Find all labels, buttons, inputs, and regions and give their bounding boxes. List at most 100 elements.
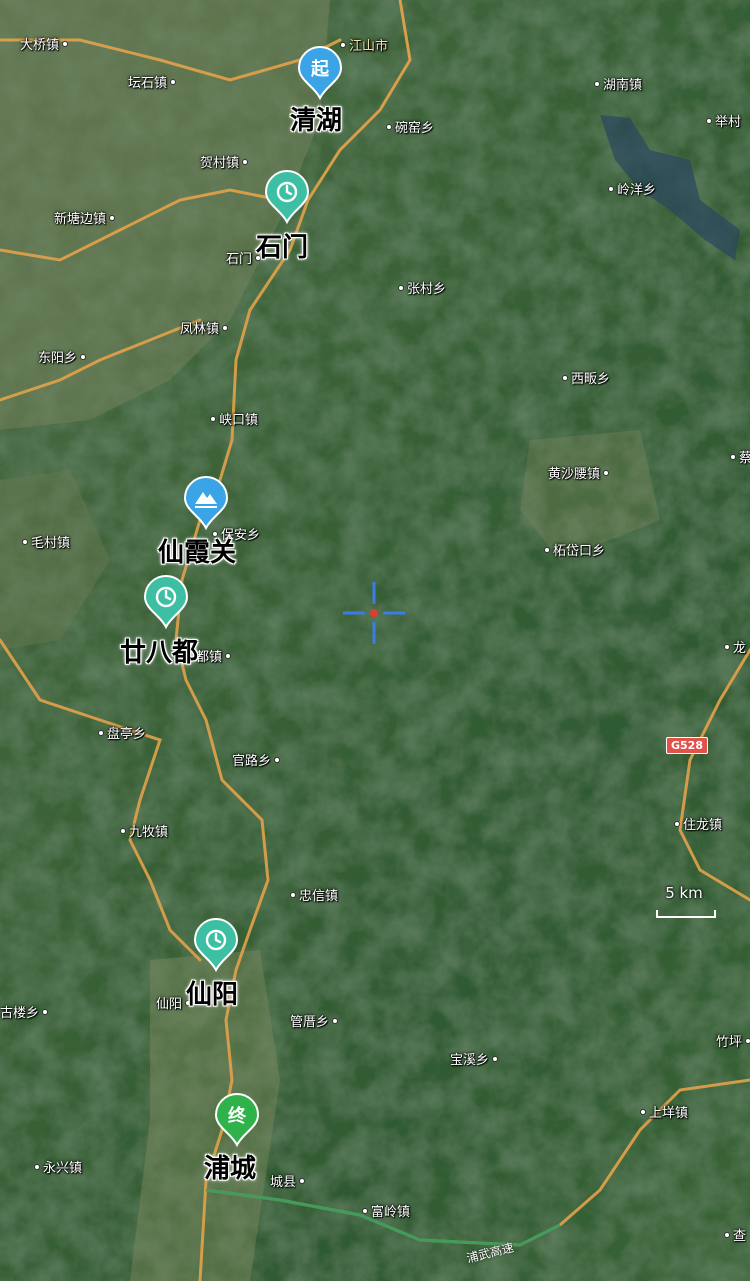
place-dot-icon	[222, 324, 229, 331]
place-name: 大桥镇	[20, 38, 60, 53]
place-name: 新塘边镇	[54, 212, 107, 227]
place-label-zhongxin[interactable]: 忠信镇	[290, 885, 338, 904]
place-name: 东阳乡	[38, 351, 78, 366]
place-dot-icon	[242, 158, 249, 165]
place-label-fuling[interactable]: 富岭镇	[362, 1201, 410, 1220]
svg-text:起: 起	[310, 58, 330, 80]
place-name: 都镇	[196, 650, 223, 665]
place-name: 管厝乡	[290, 1015, 330, 1030]
place-name: 富岭镇	[371, 1205, 411, 1220]
scale-bar: 5 km	[652, 884, 716, 930]
place-label-xiban[interactable]: 西畈乡	[562, 368, 610, 387]
place-dot-icon	[80, 353, 87, 360]
place-label-daqiao[interactable]: 大桥镇	[20, 34, 69, 53]
route-stop-label-shimen[interactable]: 石门	[256, 227, 308, 264]
place-label-guancuo[interactable]: 管厝乡	[290, 1011, 339, 1030]
place-name: 官路乡	[232, 754, 272, 769]
place-dot-icon	[386, 123, 392, 130]
place-dot-icon	[730, 453, 736, 460]
place-dot-icon	[42, 1008, 49, 1015]
place-label-xiakou[interactable]: 峡口镇	[210, 409, 258, 428]
place-label-hunan[interactable]: 湖南镇	[594, 74, 642, 93]
place-label-shangyang[interactable]: 上垟镇	[640, 1102, 688, 1121]
place-dot-icon	[210, 415, 216, 422]
start-pin-icon[interactable]: 起	[297, 46, 343, 100]
route-stop-label-xianyang[interactable]: 仙阳	[186, 974, 238, 1011]
place-dot-icon	[22, 538, 28, 545]
place-name: 忠信镇	[299, 889, 339, 904]
route-stop-label-xianxiaguan[interactable]: 仙霞关	[158, 532, 236, 569]
place-name: 盘亭乡	[107, 727, 147, 742]
place-label-lingyang[interactable]: 岭洋乡	[608, 179, 656, 198]
place-label-shanxing[interactable]: 举村	[706, 111, 741, 130]
place-label-huangsha[interactable]: 黄沙腰镇	[548, 463, 610, 482]
scale-bar-line	[656, 910, 716, 918]
place-name: 永兴镇	[43, 1161, 83, 1176]
place-dot-icon	[562, 374, 568, 381]
place-name: 碗窑乡	[395, 121, 435, 136]
place-name: 黄沙腰镇	[548, 467, 601, 482]
place-label-zhulong[interactable]: 住龙镇	[674, 814, 722, 833]
place-name: 峡口镇	[219, 413, 259, 428]
route-stop-label-start[interactable]: 清湖	[290, 100, 342, 137]
place-dot-icon	[724, 1231, 730, 1238]
svg-text:终: 终	[228, 1105, 247, 1127]
place-label-nianbadu_small[interactable]: 都镇	[196, 646, 232, 665]
place-label-gulou[interactable]: 古楼乡	[0, 1002, 49, 1021]
place-name: 宝溪乡	[450, 1053, 490, 1068]
place-dot-icon	[120, 827, 126, 834]
place-dot-icon	[724, 643, 730, 650]
clock-pin-icon[interactable]	[264, 170, 310, 224]
place-name: 张村乡	[407, 282, 447, 297]
place-label-zhedaikou[interactable]: 柘岱口乡	[544, 540, 605, 559]
place-dot-icon	[492, 1055, 499, 1062]
place-name: 江山市	[349, 39, 389, 54]
place-label-chaxi[interactable]: 查	[724, 1225, 746, 1244]
place-label-fenglin[interactable]: 凤林镇	[180, 318, 229, 337]
place-label-jiangshan[interactable]: 江山市	[340, 35, 388, 54]
place-dot-icon	[362, 1207, 368, 1214]
place-name: 九牧镇	[129, 825, 169, 840]
place-label-maocun[interactable]: 毛村镇	[22, 532, 70, 551]
route-stop-label-end[interactable]: 浦城	[204, 1148, 256, 1185]
place-name: 石门	[226, 252, 253, 267]
place-name: 贺村镇	[200, 156, 240, 171]
place-dot-icon	[225, 652, 232, 659]
place-label-tanshi[interactable]: 坛石镇	[128, 72, 177, 91]
place-label-dongyang[interactable]: 东阳乡	[38, 347, 87, 366]
mountain-pin-icon[interactable]	[183, 476, 229, 530]
scale-label: 5 km	[665, 884, 703, 902]
place-dot-icon	[109, 214, 116, 221]
place-name: 湖南镇	[603, 78, 643, 93]
place-label-jiumu[interactable]: 九牧镇	[120, 821, 168, 840]
place-name: 西畈乡	[571, 372, 611, 387]
place-label-wanyao[interactable]: 碗窑乡	[386, 117, 434, 136]
place-label-zhuping[interactable]: 竹坪	[716, 1031, 750, 1050]
place-label-yongxing[interactable]: 永兴镇	[34, 1157, 82, 1176]
end-pin-icon[interactable]: 终	[214, 1093, 260, 1147]
clock-pin-icon[interactable]	[193, 918, 239, 972]
place-dot-icon	[603, 469, 610, 476]
map-view[interactable]: 大桥镇 江山市坛石镇 湖南镇碗窑乡 举村贺村镇岭洋乡新塘边镇石门张村乡凤林镇东阳乡西畈…	[0, 0, 750, 1281]
place-label-guanlu[interactable]: 官路乡	[232, 750, 281, 769]
place-name: 柘岱口乡	[553, 544, 606, 559]
place-label-e_edge[interactable]: 蔡	[730, 447, 750, 466]
place-label-baoxi[interactable]: 宝溪乡	[450, 1049, 499, 1068]
place-label-xintang[interactable]: 新塘边镇	[54, 208, 116, 227]
place-label-panting[interactable]: 盘亭乡	[98, 723, 146, 742]
place-label-zhangcun[interactable]: 张村乡	[398, 278, 446, 297]
place-dot-icon	[98, 729, 104, 736]
place-dot-icon	[745, 1037, 750, 1044]
route-stop-label-nianbadu[interactable]: 廿八都	[120, 632, 198, 669]
place-dot-icon	[594, 80, 600, 87]
place-dot-icon	[674, 820, 680, 827]
place-label-long_edge[interactable]: 龙	[724, 637, 746, 656]
map-center-crosshair	[343, 582, 405, 644]
place-name: 凤林镇	[180, 322, 220, 337]
clock-pin-icon[interactable]	[143, 575, 189, 629]
place-label-hecun[interactable]: 贺村镇	[200, 152, 249, 171]
place-name: 蔡	[739, 451, 750, 466]
place-dot-icon	[290, 891, 296, 898]
place-label-chengxian[interactable]: 城县	[270, 1171, 306, 1190]
place-name: 古楼乡	[0, 1006, 40, 1021]
